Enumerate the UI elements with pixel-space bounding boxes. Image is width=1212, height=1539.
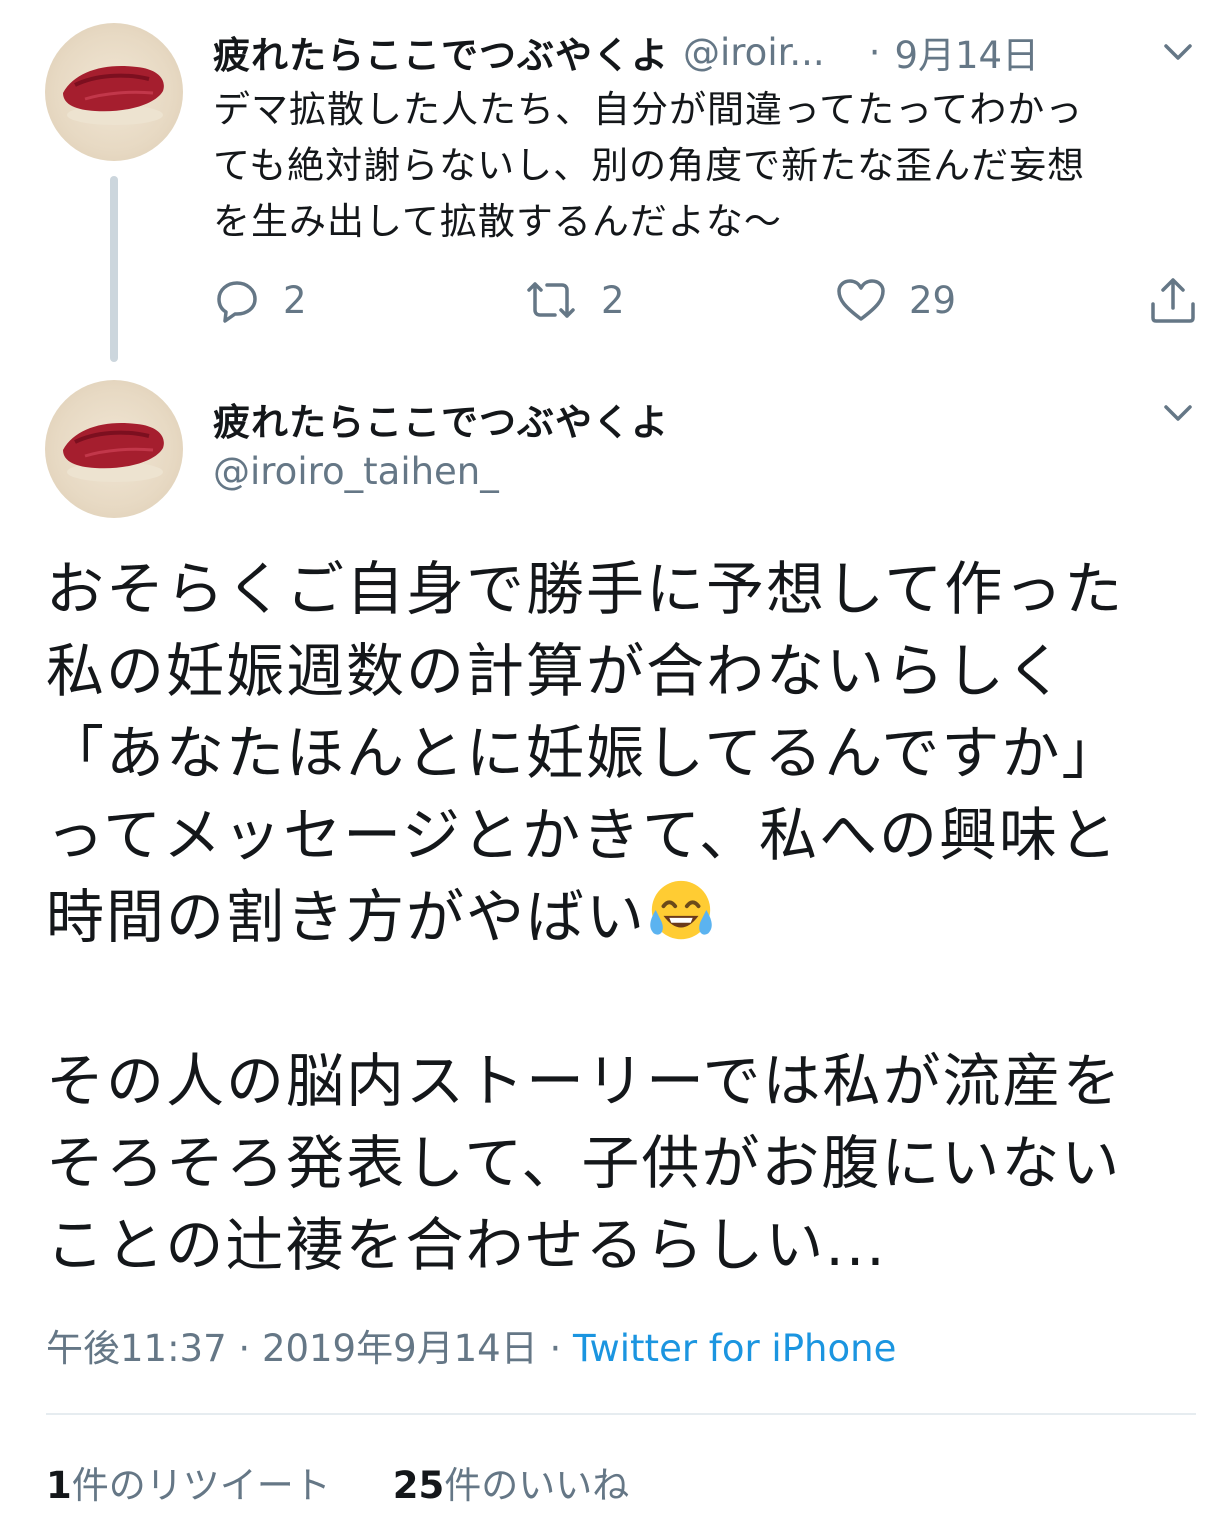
chevron-down-icon[interactable]	[1158, 393, 1198, 433]
separator: ·	[868, 30, 881, 74]
thread-line	[110, 176, 118, 362]
tweet-paragraph: おそらくご自身で勝手に予想して作った 私の妊娠週数の計算が合わないらしく 「あな…	[46, 548, 1196, 958]
retweets-stat[interactable]: 1件のリツイート	[46, 1455, 331, 1509]
likes-count: 25	[392, 1464, 445, 1507]
tweet-date: 2019年9月14日	[261, 1327, 538, 1370]
likes-stat[interactable]: 25件のいいね	[393, 1455, 630, 1509]
share-button[interactable]	[1147, 272, 1199, 328]
sushi-photo-icon	[63, 66, 164, 125]
like-button[interactable]: 29	[835, 272, 956, 328]
chevron-down-icon[interactable]	[1158, 32, 1198, 72]
avatar[interactable]	[45, 23, 183, 161]
reply-bubble-icon	[217, 281, 257, 323]
tweet-detail-page: 疲れたらここでつぶやくよ @iroir... · 9月14日 デマ拡散した人たち…	[0, 0, 1212, 1539]
retweets-label: 件のリツイート	[71, 1464, 331, 1507]
reply-button[interactable]: 2	[213, 272, 307, 328]
tweet-paragraph-text: おそらくご自身で勝手に予想して作った 私の妊娠週数の計算が合わないらしく 「あな…	[46, 555, 1125, 951]
retweet-icon	[527, 282, 575, 318]
like-count: 29	[909, 278, 957, 322]
handle[interactable]: @iroir...	[683, 31, 825, 74]
handle[interactable]: @iroiro_taihen_	[213, 450, 499, 493]
display-name[interactable]: 疲れたらここでつぶやくよ	[213, 392, 669, 446]
retweet-button[interactable]: 2	[523, 272, 625, 328]
display-name[interactable]: 疲れたらここでつぶやくよ	[213, 25, 669, 79]
share-icon	[1151, 278, 1195, 323]
separator: ·	[238, 1327, 251, 1370]
face-with-tears-of-joy-icon	[650, 880, 712, 940]
parent-tweet-text: デマ拡散した人たち、自分が間違ってたってわかっ ても絶対謝らないし、別の角度で新…	[213, 88, 1086, 243]
parent-tweet-header: 疲れたらここでつぶやくよ @iroir... · 9月14日	[213, 24, 1153, 80]
divider	[46, 1413, 1196, 1415]
tweet-stats: 1件のリツイート 25件のいいね	[46, 1455, 629, 1509]
retweet-count: 2	[601, 278, 625, 322]
tweet-meta: 午後11:37 · 2019年9月14日 · Twitter for iPhon…	[46, 1318, 896, 1372]
heart-icon	[837, 279, 885, 321]
sushi-photo-icon	[63, 423, 164, 482]
likes-label: 件のいいね	[444, 1464, 630, 1507]
separator: ·	[549, 1327, 562, 1370]
tweet-date[interactable]: 9月14日	[894, 25, 1039, 79]
source-link[interactable]: Twitter for iPhone	[573, 1327, 896, 1370]
avatar[interactable]	[45, 380, 183, 518]
tweet-paragraph: その人の脳内ストーリーでは私が流産を そろそろ発表して、子供がお腹にいない こと…	[46, 1047, 1123, 1279]
parent-tweet-actions: 2 2 29	[213, 272, 1203, 328]
main-tweet-text: おそらくご自身で勝手に予想して作った 私の妊娠週数の計算が合わないらしく 「あな…	[46, 548, 1196, 1286]
tweet-time: 午後11:37	[46, 1327, 227, 1370]
reply-count: 2	[283, 278, 307, 322]
retweets-count: 1	[46, 1464, 72, 1507]
